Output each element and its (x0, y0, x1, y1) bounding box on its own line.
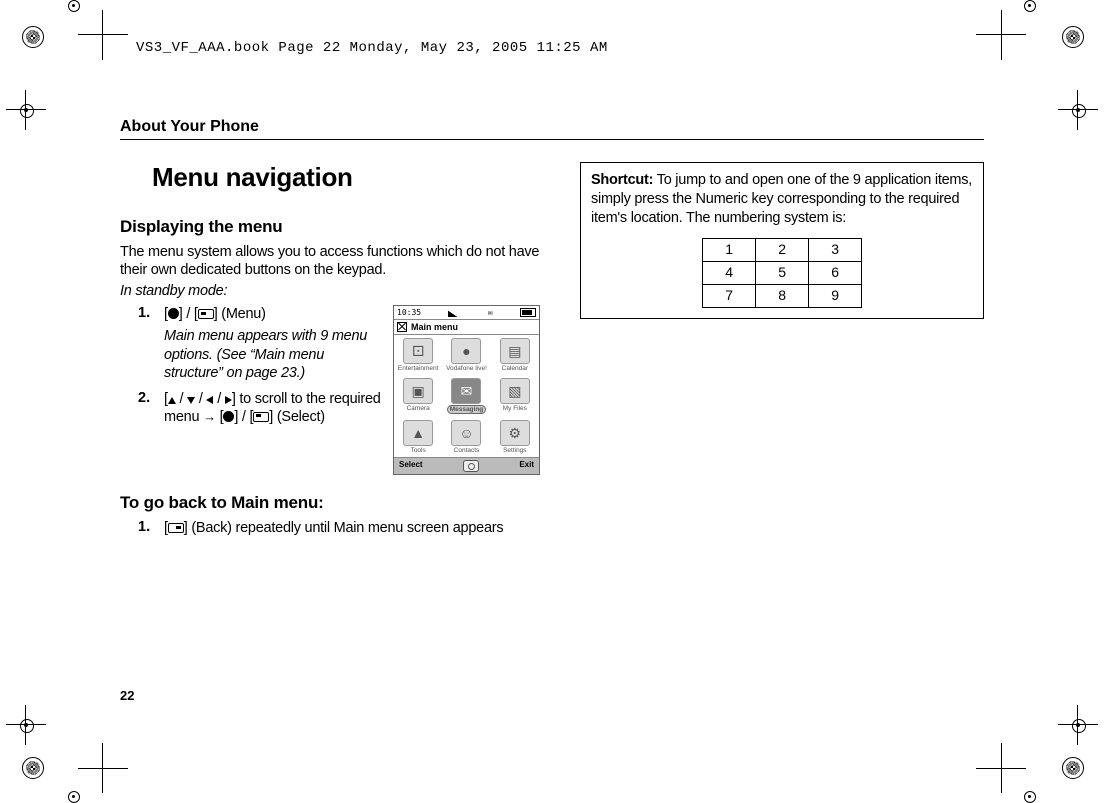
grid-cell: 5 (756, 261, 809, 284)
right-column: Shortcut: To jump to and open one of the… (580, 162, 984, 545)
left-softkey-icon (198, 309, 214, 319)
phone-menu-label: Settings (492, 447, 538, 454)
step-1: 1. [] / [] (Menu) Main menu appears with… (138, 305, 385, 382)
phone-menu-item: ●Vodafone live! (442, 335, 490, 375)
registration-mark-icon (1058, 753, 1086, 781)
registration-mark-icon (18, 753, 46, 781)
phone-menu-item: ☺Contacts (442, 417, 490, 457)
phone-menu-label: Vodafone live! (443, 365, 489, 372)
phone-menu-icon: ⚀ (403, 338, 433, 364)
phone-menu-item: ▣Camera (394, 375, 442, 417)
phone-menu-label: Camera (395, 405, 441, 412)
standby-label: In standby mode: (120, 283, 540, 299)
phone-menu-item: ⚙Settings (491, 417, 539, 457)
nav-down-icon (187, 397, 195, 404)
phone-menu-item: ✉Messaging (442, 375, 490, 417)
crop-cross-icon (6, 90, 46, 130)
nav-up-icon (168, 397, 176, 404)
phone-menu-label: Calendar (492, 365, 538, 372)
right-softkey-icon (168, 523, 184, 533)
phone-menu-icon: ▧ (500, 378, 530, 404)
file-header: VS3_VF_AAA.book Page 22 Monday, May 23, … (136, 40, 608, 56)
phone-menu-icon: ▲ (403, 420, 433, 446)
mail-icon: ✉ (488, 308, 493, 317)
crop-cross-icon (1058, 705, 1098, 745)
step-1-desc: Main menu appears with 9 menu options. (… (164, 327, 385, 381)
phone-menu-label: Contacts (443, 447, 489, 454)
arrow-right-icon: → (203, 409, 216, 425)
step-number: 1. (138, 519, 164, 537)
page: VS3_VF_AAA.book Page 22 Monday, May 23, … (0, 0, 1104, 803)
grid-cell: 2 (756, 238, 809, 261)
left-column: Menu navigation Displaying the menu The … (120, 162, 540, 545)
step-1-tail: (Menu) (217, 306, 265, 322)
phone-menu-label: My Files (492, 405, 538, 412)
step-back-tail: (Back) repeatedly until Main menu screen… (188, 520, 504, 536)
grid-cell: 8 (756, 284, 809, 307)
subheading-displaying: Displaying the menu (120, 217, 540, 237)
registration-mark-icon (18, 22, 46, 50)
page-number: 22 (120, 688, 134, 703)
nav-left-icon (206, 396, 213, 404)
phone-menu-icon: ● (451, 338, 481, 364)
shortcut-label: Shortcut: (591, 172, 653, 188)
left-softkey-icon (253, 412, 269, 422)
crop-corner-icon (78, 743, 128, 793)
nav-right-icon (225, 396, 232, 404)
registration-mark-icon (1058, 22, 1086, 50)
shortcut-box: Shortcut: To jump to and open one of the… (580, 162, 984, 319)
phone-softkey-exit: Exit (519, 460, 534, 472)
step-number: 2. (138, 390, 164, 426)
grid-cell: 1 (703, 238, 756, 261)
grid-cell: 7 (703, 284, 756, 307)
phone-menu-label: Messaging (447, 405, 487, 414)
phone-softkey-select: Select (399, 460, 423, 472)
phone-menu-icon: ▤ (500, 338, 530, 364)
phone-screen-title: Main menu (411, 322, 458, 332)
step-back-1: 1. [] (Back) repeatedly until Main menu … (138, 519, 540, 537)
phone-menu-icon: ▣ (403, 378, 433, 404)
phone-menu-label: Tools (395, 447, 441, 454)
phone-menu-icon: ⚙ (500, 420, 530, 446)
battery-icon (520, 308, 536, 317)
phone-screenshot: 10:35 ✉ Main menu ⚀Entertainment●Vodafon… (393, 305, 540, 475)
phone-center-key-icon (463, 460, 479, 472)
subheading-go-back: To go back to Main menu: (120, 493, 540, 513)
grid-cell: 6 (809, 261, 862, 284)
phone-menu-item: ▧My Files (491, 375, 539, 417)
phone-menu-icon: ☺ (451, 420, 481, 446)
phone-menu-grid: ⚀Entertainment●Vodafone live!▤Calendar▣C… (394, 335, 539, 457)
step-2: 2. [ / / / ] to scroll to the required m… (138, 390, 385, 426)
crop-corner-icon (78, 10, 128, 60)
phone-menu-item: ⚀Entertainment (394, 335, 442, 375)
crop-corner-icon (976, 743, 1026, 793)
signal-icon (448, 309, 460, 317)
intro-text: The menu system allows you to access fun… (120, 243, 540, 279)
crop-cross-icon (1058, 90, 1098, 130)
grid-cell: 9 (809, 284, 862, 307)
phone-menu-icon: ✉ (451, 378, 481, 404)
menu-logo-icon (397, 322, 407, 332)
phone-time: 10:35 (397, 308, 421, 317)
content-area: About Your Phone Menu navigation Display… (120, 118, 984, 703)
section-header: About Your Phone (120, 118, 984, 140)
crop-corner-icon (976, 10, 1026, 60)
grid-cell: 4 (703, 261, 756, 284)
center-key-icon (168, 308, 179, 319)
page-title: Menu navigation (152, 162, 540, 193)
step-2-tail: (Select) (273, 409, 325, 425)
number-grid: 123 456 789 (702, 238, 862, 308)
grid-cell: 3 (809, 238, 862, 261)
phone-menu-item: ▤Calendar (491, 335, 539, 375)
step-number: 1. (138, 305, 164, 382)
phone-menu-label: Entertainment (395, 365, 441, 372)
center-key-icon (223, 411, 234, 422)
phone-menu-item: ▲Tools (394, 417, 442, 457)
crop-cross-icon (6, 705, 46, 745)
